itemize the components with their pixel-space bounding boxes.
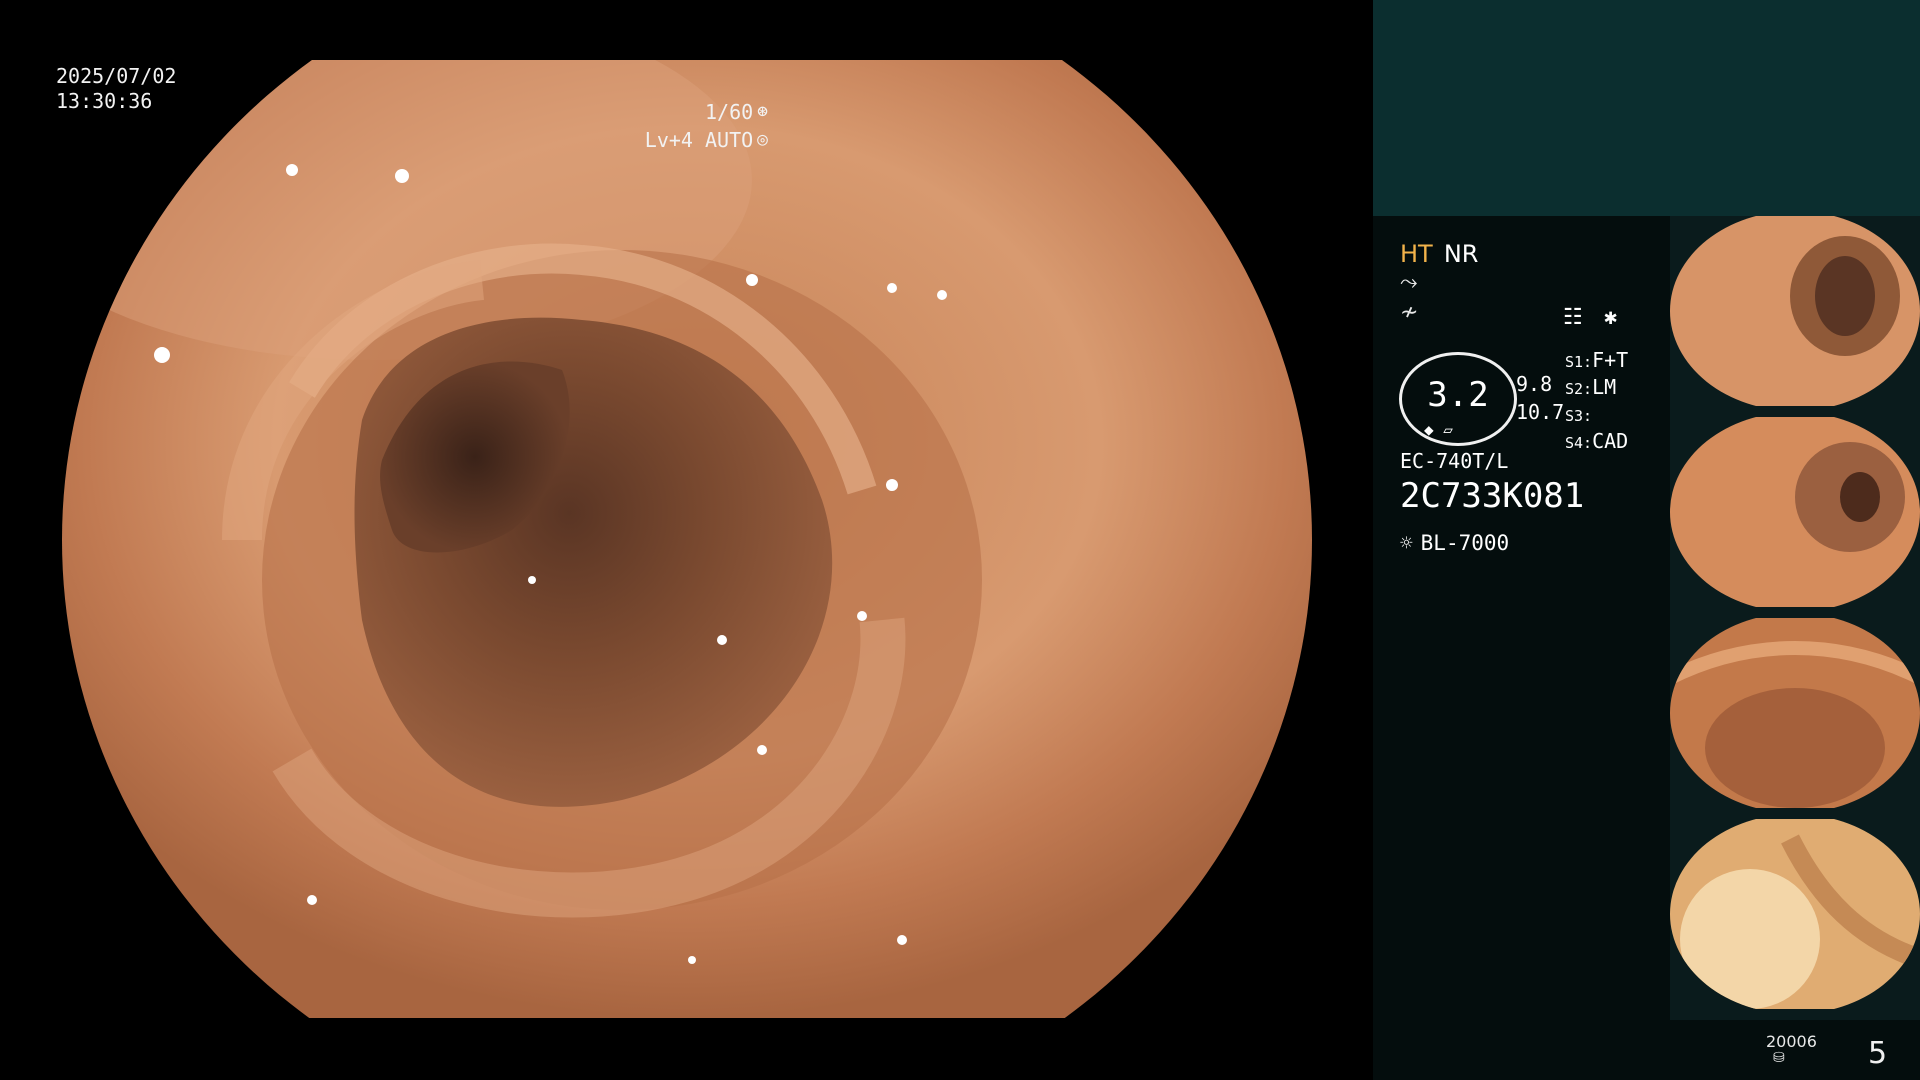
gauge-values: 9.8 10.7 (1516, 370, 1564, 426)
gauge-status-icons: ◆ ▱ (1424, 420, 1453, 439)
info-side-panel: HT NR ⤳ ≁ ☷ ✱ 3.2 ◆ ▱ 9.8 10.7 S1:F+T S2… (1373, 0, 1920, 1080)
light-source-label: BL-7000 (1420, 531, 1510, 555)
shutter-text: 1/60 (704, 100, 754, 124)
gauge-value-3: 10.7 (1516, 400, 1565, 424)
mode-ht-label: HT (1400, 240, 1433, 268)
switch-list: S1:F+T S2:LM S3: S4:CAD (1565, 348, 1628, 456)
scope-tip-icon: ⤳ (1400, 270, 1418, 295)
gauge-value: 3.2 (1427, 375, 1489, 415)
level-text: Lv+4 AUTO (644, 128, 754, 152)
datetime-overlay: 2025/07/02 13:30:36 (56, 64, 176, 114)
switch-s3: S3: (1565, 407, 1593, 425)
date-text: 2025/07/02 (56, 64, 177, 88)
page-number: 5 (1868, 1036, 1888, 1071)
iris-icon: ◎ (757, 129, 768, 150)
disk-icon: ⛁ (1773, 1050, 1785, 1066)
scope-serial: 2C733K081 (1400, 476, 1585, 516)
endoscopic-image (62, 60, 1312, 1018)
gauge: 3.2 ◆ ▱ (1399, 352, 1517, 446)
thumbnail-3[interactable] (1670, 618, 1920, 819)
settings-list-icon: ☷ (1563, 305, 1583, 330)
switch-s4: S4:CAD (1565, 429, 1629, 453)
thumbnail-1[interactable] (1670, 216, 1920, 417)
image-count: 20006 (1766, 1032, 1817, 1051)
mode-info: HT NR ⤳ ≁ (1400, 240, 1478, 328)
sun-icon: ☼ (1400, 531, 1413, 555)
switch-s2: S2:LM (1565, 375, 1617, 399)
asterisk-icon: ✱ (1603, 305, 1618, 330)
no-signal-icon: ≁ (1400, 300, 1419, 325)
exposure-overlay: 1/60 ⊛ Lv+4 AUTO ◎ (645, 98, 768, 154)
light-source: ☼ BL-7000 (1400, 531, 1509, 555)
settings-icons: ☷ ✱ (1563, 305, 1617, 330)
thumbnail-4[interactable] (1670, 819, 1920, 1020)
aperture-icon: ⊛ (757, 101, 768, 122)
scope-model: EC-740T/L (1400, 449, 1509, 473)
side-panel-header (1373, 0, 1920, 216)
endoscope-main-view: 2025/07/02 13:30:36 1/60 ⊛ Lv+4 AUTO ◎ (0, 0, 1372, 1080)
switch-s1: S1:F+T (1565, 348, 1629, 372)
gauge-value-2: 9.8 (1516, 372, 1553, 396)
thumbnail-strip[interactable] (1670, 216, 1920, 1020)
thumbnail-2[interactable] (1670, 417, 1920, 618)
mode-nr-label: NR (1443, 240, 1479, 268)
time-text: 13:30:36 (56, 89, 153, 113)
